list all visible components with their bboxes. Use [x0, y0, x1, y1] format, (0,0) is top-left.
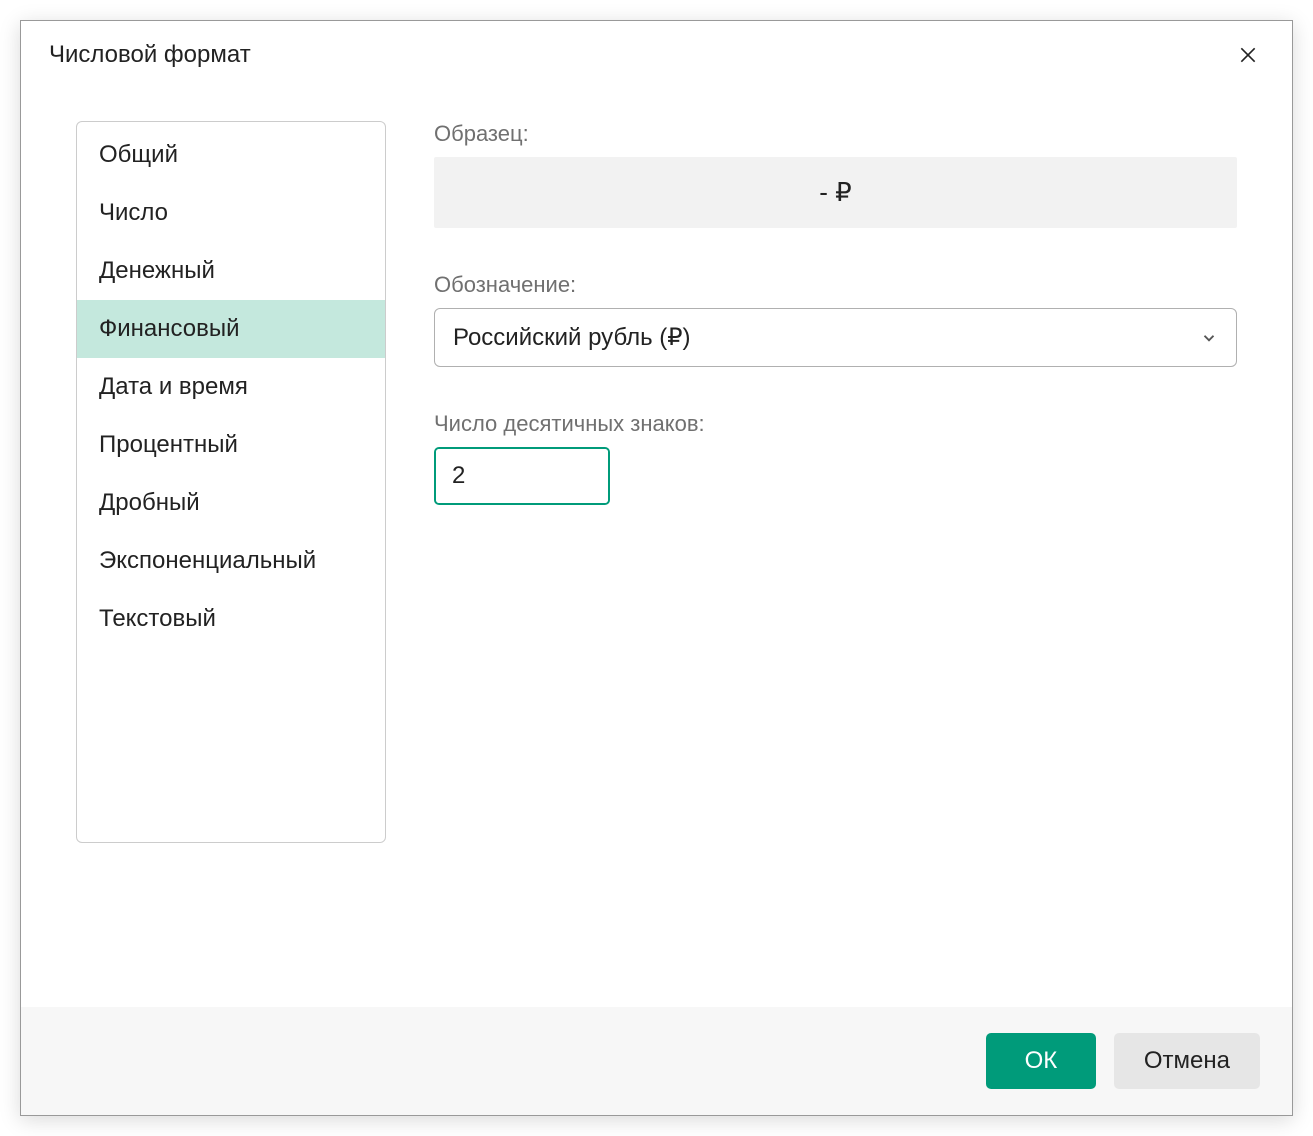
sample-label: Образец: [434, 121, 1237, 147]
decimals-input[interactable] [436, 449, 610, 503]
category-item[interactable]: Дробный [77, 474, 385, 532]
symbol-select[interactable]: Российский рубль (₽) [434, 308, 1237, 367]
cancel-button[interactable]: Отмена [1114, 1033, 1260, 1089]
symbol-select-wrapper: Российский рубль (₽) [434, 308, 1237, 367]
symbol-select-value: Российский рубль (₽) [453, 323, 691, 352]
category-item[interactable]: Денежный [77, 242, 385, 300]
dialog-footer: ОК Отмена [21, 1007, 1292, 1115]
symbol-label: Обозначение: [434, 272, 1237, 298]
category-item[interactable]: Экспоненциальный [77, 532, 385, 590]
decimals-label: Число десятичных знаков: [434, 411, 1237, 437]
category-item[interactable]: Финансовый [77, 300, 385, 358]
ok-button[interactable]: ОК [986, 1033, 1096, 1089]
category-item[interactable]: Общий [77, 126, 385, 184]
category-item[interactable]: Процентный [77, 416, 385, 474]
close-button[interactable] [1232, 39, 1264, 71]
category-item[interactable]: Текстовый [77, 590, 385, 648]
number-format-dialog: Числовой формат ОбщийЧислоДенежныйФинанс… [20, 20, 1293, 1116]
dialog-header: Числовой формат [21, 21, 1292, 81]
chevron-down-icon [1200, 329, 1218, 347]
settings-panel: Образец: - ₽ Обозначение: Российский руб… [434, 121, 1237, 987]
dialog-title: Числовой формат [49, 41, 251, 69]
category-list: ОбщийЧислоДенежныйФинансовыйДата и время… [76, 121, 386, 843]
category-item[interactable]: Число [77, 184, 385, 242]
category-item[interactable]: Дата и время [77, 358, 385, 416]
dialog-body: ОбщийЧислоДенежныйФинансовыйДата и время… [21, 81, 1292, 1007]
decimals-spinner [434, 447, 610, 505]
close-icon [1238, 45, 1258, 65]
sample-preview: - ₽ [434, 157, 1237, 228]
